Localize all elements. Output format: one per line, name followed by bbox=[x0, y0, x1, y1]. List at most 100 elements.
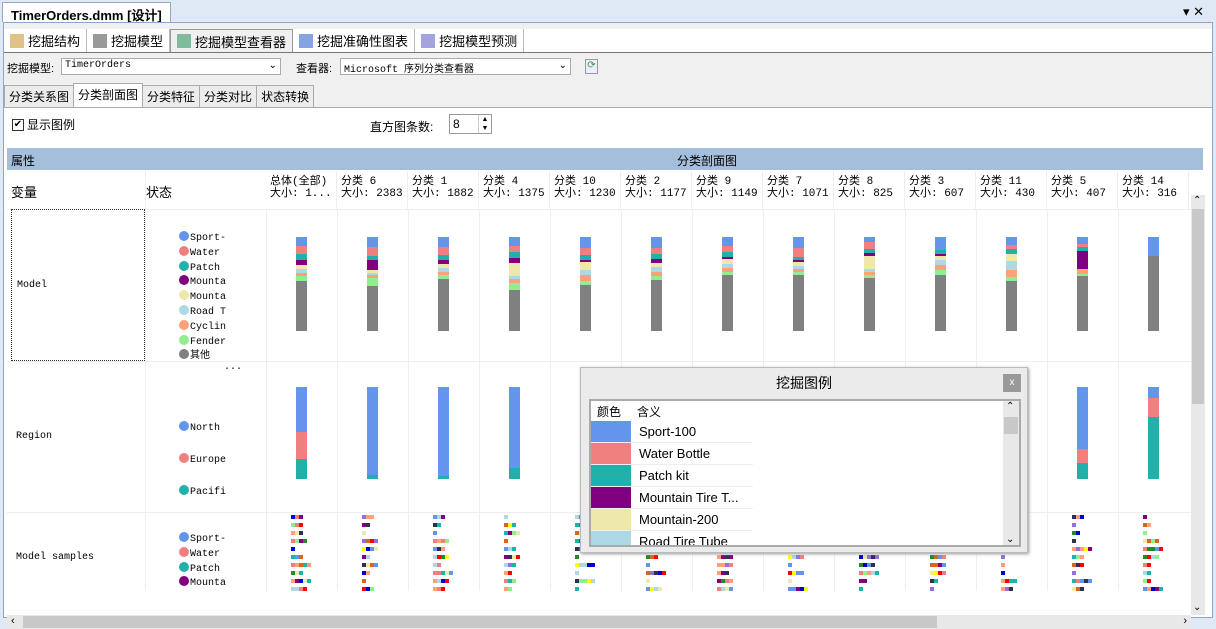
cluster-name: 分类 11 bbox=[980, 176, 1022, 188]
cluster-column-header[interactable]: 分类 3 大小: 607 bbox=[905, 171, 976, 209]
scroll-right-icon[interactable]: › bbox=[1183, 615, 1187, 627]
histogram-bars-label: 直方图条数: bbox=[370, 120, 434, 134]
scroll-down-icon[interactable]: ⌄ bbox=[1193, 602, 1201, 613]
close-icon[interactable]: x bbox=[1003, 374, 1021, 392]
spin-arrows-icon[interactable]: ▲ ▼ bbox=[478, 115, 491, 133]
cluster-column-header[interactable]: 分类 10 大小: 1230 bbox=[550, 171, 621, 209]
viewer-tab[interactable]: 分类特征 bbox=[142, 85, 201, 107]
distribution-bar[interactable] bbox=[793, 237, 804, 331]
cluster-size: 大小: 1071 bbox=[767, 188, 829, 200]
tab-mining-structure[interactable]: 挖掘结构 bbox=[4, 29, 88, 52]
sample-cell bbox=[729, 563, 733, 567]
cluster-column-header[interactable]: 分类 7 大小: 1071 bbox=[763, 171, 834, 209]
scroll-up-icon[interactable]: ⌃ bbox=[1006, 401, 1014, 412]
tab-accuracy-chart[interactable]: 挖掘准确性图表 bbox=[293, 29, 416, 52]
distribution-bar[interactable] bbox=[1148, 387, 1159, 479]
distribution-bar[interactable] bbox=[509, 387, 520, 479]
distribution-bar[interactable] bbox=[296, 387, 307, 479]
sample-cell bbox=[1088, 579, 1092, 583]
bar-segment bbox=[367, 247, 378, 256]
state-item: Patch bbox=[179, 561, 226, 577]
distribution-bar[interactable] bbox=[864, 237, 875, 331]
scrollbar-thumb[interactable] bbox=[1192, 209, 1204, 404]
distribution-bar[interactable] bbox=[367, 387, 378, 479]
viewer-tab[interactable]: 状态转换 bbox=[256, 85, 315, 107]
bar-segment bbox=[1006, 269, 1017, 278]
distribution-bar[interactable] bbox=[580, 237, 591, 331]
cluster-column-header[interactable]: 分类 9 大小: 1149 bbox=[692, 171, 763, 209]
mining-legend-dialog[interactable]: 挖掘图例 x 颜色 含义 Sport-100 Water Bottle Patch … bbox=[580, 367, 1028, 553]
distribution-bar[interactable] bbox=[296, 237, 307, 331]
sample-cell bbox=[800, 571, 804, 575]
cluster-name: 分类 7 bbox=[767, 176, 803, 188]
distribution-bar[interactable] bbox=[438, 387, 449, 479]
legend-scrollbar[interactable]: ⌃ ⌄ bbox=[1003, 401, 1019, 545]
distribution-bar[interactable] bbox=[935, 237, 946, 331]
variable-cell[interactable]: Model samples bbox=[11, 512, 145, 591]
document-tab[interactable]: TimerOrders.dmm [设计] bbox=[2, 2, 171, 23]
state-color-dot bbox=[179, 290, 189, 301]
show-legend-checkbox[interactable]: ✔ 显示图例 bbox=[12, 116, 75, 133]
state-column-header[interactable]: 状态 bbox=[146, 182, 172, 201]
distribution-bar[interactable] bbox=[1148, 237, 1159, 331]
close-icon[interactable]: ✕ bbox=[1193, 4, 1204, 19]
cluster-column-header[interactable]: 分类 14 大小: 316 bbox=[1118, 171, 1189, 209]
distribution-bar[interactable] bbox=[1077, 387, 1088, 479]
distribution-bar[interactable] bbox=[509, 237, 520, 331]
distribution-bar[interactable] bbox=[651, 237, 662, 331]
sample-cell bbox=[366, 555, 370, 559]
histogram-bars-stepper[interactable]: 8 ▲ ▼ bbox=[449, 114, 492, 134]
viewer-tab[interactable]: 分类关系图 bbox=[4, 85, 75, 107]
distribution-bar[interactable] bbox=[722, 237, 733, 331]
variable-cell[interactable]: Model bbox=[11, 209, 145, 361]
sample-cell bbox=[934, 579, 938, 583]
tab-mining-model[interactable]: 挖掘模型 bbox=[87, 29, 171, 52]
sample-cell bbox=[299, 555, 303, 559]
scrollbar-thumb[interactable] bbox=[1004, 417, 1018, 434]
distribution-bar[interactable] bbox=[1006, 237, 1017, 331]
cluster-column-header[interactable]: 分类 6 大小: 2383 bbox=[337, 171, 408, 209]
variable-column-header[interactable]: 变量 bbox=[11, 182, 37, 201]
cluster-column-header[interactable]: 分类 2 大小: 1177 bbox=[621, 171, 692, 209]
vertical-scrollbar[interactable]: ⌃ ⌄ bbox=[1191, 195, 1205, 615]
cluster-column-header[interactable]: 分类 8 大小: 825 bbox=[834, 171, 905, 209]
viewer-tab[interactable]: 分类对比 bbox=[199, 85, 258, 107]
cluster-column-header[interactable]: 分类 1 大小: 1882 bbox=[408, 171, 479, 209]
cluster-column-header[interactable]: 分类 5 大小: 407 bbox=[1047, 171, 1118, 209]
column-divider bbox=[1118, 209, 1119, 591]
distribution-bar[interactable] bbox=[438, 237, 449, 331]
distribution-bar[interactable] bbox=[367, 237, 378, 331]
column-divider bbox=[145, 171, 146, 591]
state-label: Mounta bbox=[190, 292, 227, 304]
variable-cell[interactable]: Region bbox=[11, 361, 145, 512]
sample-cell bbox=[1080, 555, 1084, 559]
cluster-column-header[interactable]: 分类 11 大小: 430 bbox=[976, 171, 1047, 209]
viewer-select[interactable]: Microsoft 序列分类查看器 ⌄ bbox=[340, 58, 571, 76]
cluster-column-header[interactable]: 总体(全部) 大小: 1... bbox=[266, 171, 337, 209]
cluster-size: 大小: 2383 bbox=[341, 188, 403, 200]
cluster-column-header[interactable]: 分类 4 大小: 1375 bbox=[479, 171, 550, 209]
viewer-tabs: 分类关系图 分类剖面图 分类特征 分类对比 状态转换 bbox=[4, 83, 315, 107]
sample-cell bbox=[1147, 563, 1151, 567]
viewer-tab[interactable]: 分类剖面图 bbox=[73, 83, 144, 107]
dropdown-icon[interactable]: ▾ bbox=[1183, 4, 1190, 19]
stepper-value: 8 bbox=[453, 117, 460, 131]
horizontal-scrollbar[interactable]: ‹ › bbox=[7, 615, 1191, 629]
refresh-icon[interactable]: ⟳ bbox=[585, 59, 598, 74]
model-select[interactable]: TimerOrders ⌄ bbox=[61, 58, 281, 75]
cluster-name: 分类 10 bbox=[554, 176, 596, 188]
scroll-up-icon[interactable]: ⌃ bbox=[1193, 195, 1201, 206]
bar-segment bbox=[1148, 398, 1159, 418]
tab-prediction[interactable]: 挖掘模型预测 bbox=[415, 29, 525, 52]
bar-segment bbox=[1006, 253, 1017, 262]
distribution-bar[interactable] bbox=[1077, 237, 1088, 331]
tab-viewer[interactable]: 挖掘模型查看器 bbox=[170, 29, 294, 52]
scrollbar-thumb[interactable] bbox=[23, 616, 937, 628]
bar-segment bbox=[1148, 387, 1159, 399]
scroll-left-icon[interactable]: ‹ bbox=[11, 615, 15, 627]
model-value: TimerOrders bbox=[65, 60, 132, 71]
checkbox-check-icon[interactable]: ✔ bbox=[12, 118, 24, 131]
model-label: 挖掘模型: bbox=[7, 63, 55, 75]
scroll-down-icon[interactable]: ⌄ bbox=[1006, 534, 1014, 545]
bar-segment bbox=[367, 285, 378, 331]
